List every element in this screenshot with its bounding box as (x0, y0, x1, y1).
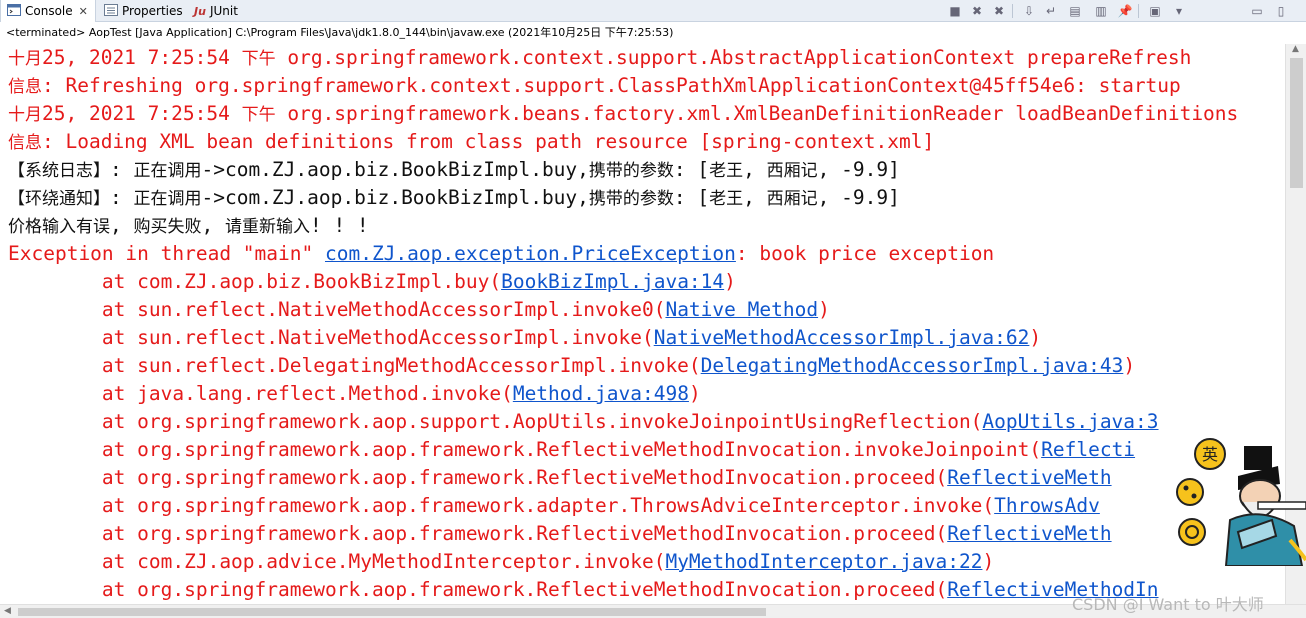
console-line-tail: ) (1123, 354, 1136, 377)
stack-trace-link[interactable]: com.ZJ.aop.exception.PriceException (325, 242, 736, 265)
console-line: at com.ZJ.aop.advice.MyMethodInterceptor… (0, 548, 1282, 576)
stack-trace-link[interactable]: ThrowsAdv (994, 494, 1100, 517)
console-line: at org.springframework.aop.framework.Ref… (0, 520, 1282, 548)
pin-console-icon[interactable]: 📌 (1116, 2, 1134, 20)
console-line: Exception in thread "main" com.ZJ.aop.ex… (0, 240, 1282, 268)
console-line: 十月25, 2021 7:25:54 下午 org.springframewor… (0, 100, 1282, 128)
console-line-tail: ) (724, 270, 736, 293)
console-line: 【系统日志】: 正在调用->com.ZJ.aop.biz.BookBizImpl… (0, 156, 1282, 184)
console-line-text: at org.springframework.aop.framework.ada… (8, 494, 995, 517)
console-line-text: at sun.reflect.NativeMethodAccessorImpl.… (8, 298, 666, 321)
stack-trace-link[interactable]: MyMethodInterceptor.java:22 (665, 550, 982, 573)
console-line-text: 十月25, 2021 7:25:54 下午 org.springframewor… (8, 102, 1239, 125)
console-line-text: 价格输入有误, 购买失败, 请重新输入! ! ! (8, 214, 369, 237)
console-line: 价格输入有误, 购买失败, 请重新输入! ! ! (0, 212, 1282, 240)
stack-trace-link[interactable]: DelegatingMethodAccessorImpl.java:43 (701, 354, 1124, 377)
console-line: at org.springframework.aop.framework.Ref… (0, 436, 1282, 464)
show-stdout-icon[interactable]: ▤ (1066, 2, 1084, 20)
console-line-text: 【环绕通知】: 正在调用->com.ZJ.aop.biz.BookBizImpl… (8, 186, 900, 209)
word-wrap-icon[interactable]: ↵ (1042, 2, 1060, 20)
console-icon (7, 3, 21, 19)
scroll-lock-icon[interactable]: ⇩ (1020, 2, 1038, 20)
console-line: 信息: Refreshing org.springframework.conte… (0, 72, 1282, 100)
console-line-text: at org.springframework.aop.framework.Ref… (8, 438, 1042, 461)
stack-trace-link[interactable]: AopUtils.java:3 (982, 410, 1158, 433)
console-line-text: at org.springframework.aop.framework.Ref… (8, 466, 948, 489)
console-line: 【环绕通知】: 正在调用->com.ZJ.aop.biz.BookBizImpl… (0, 184, 1282, 212)
console-line-tail: ) (688, 382, 701, 405)
console-output[interactable]: 十月25, 2021 7:25:54 下午 org.springframewor… (0, 44, 1282, 604)
junit-icon: Ju (194, 4, 206, 18)
stack-trace-link[interactable]: Native Method (665, 298, 818, 321)
minimize-icon[interactable]: ▭ (1248, 2, 1266, 20)
console-line-text: at sun.reflect.DelegatingMethodAccessorI… (8, 354, 701, 377)
vertical-scroll-thumb[interactable] (1290, 58, 1303, 188)
console-line-tail: ) (818, 298, 830, 321)
stack-trace-link[interactable]: ReflectiveMeth (947, 522, 1111, 545)
remove-all-icon[interactable]: ✖ (990, 2, 1008, 20)
console-line-tail: ) (1029, 326, 1042, 349)
horizontal-scroll-thumb[interactable] (18, 608, 766, 616)
properties-icon (104, 3, 118, 19)
mascot-sticker-icon: 英 (1176, 438, 1306, 566)
launch-status-label: <terminated> AopTest [Java Application] … (6, 26, 674, 39)
console-line-text: 信息: Loading XML bean definitions from cl… (8, 130, 935, 153)
console-line: 信息: Loading XML bean definitions from cl… (0, 128, 1282, 156)
stack-trace-link[interactable]: ReflectiveMeth (947, 466, 1111, 489)
console-line-tail: ) (982, 550, 995, 573)
show-stderr-icon[interactable]: ▥ (1092, 2, 1110, 20)
console-line-text: at com.ZJ.aop.biz.BookBizImpl.buy( (8, 270, 502, 293)
console-line: at org.springframework.aop.support.AopUt… (0, 408, 1282, 436)
console-line-text: Exception in thread "main" (8, 242, 325, 265)
stack-trace-link[interactable]: Method.java:498 (513, 382, 689, 405)
input-method-badge: 英 (1202, 445, 1218, 464)
watermark: CSDN @I Want to 叶大师 (1072, 595, 1264, 614)
console-line-text: at org.springframework.aop.framework.Ref… (8, 578, 948, 601)
tab-junit-label: JUnit (209, 4, 238, 18)
display-console-icon[interactable]: ▣ (1146, 2, 1164, 20)
console-line-text: at com.ZJ.aop.advice.MyMethodInterceptor… (8, 550, 666, 573)
console-line: 十月25, 2021 7:25:54 下午 org.springframewor… (0, 44, 1282, 72)
stack-trace-link[interactable]: BookBizImpl.java:14 (501, 270, 724, 293)
toolbar-separator (1012, 4, 1013, 18)
console-line-text: 十月25, 2021 7:25:54 下午 org.springframewor… (8, 46, 1192, 69)
console-line: at java.lang.reflect.Method.invoke(Metho… (0, 380, 1282, 408)
tab-console[interactable]: Console ✕ (0, 0, 96, 22)
tab-console-label: Console (25, 4, 73, 18)
tab-properties-label: Properties (122, 4, 183, 18)
console-line: at org.springframework.aop.framework.Ref… (0, 464, 1282, 492)
console-line-text: 信息: Refreshing org.springframework.conte… (8, 74, 1181, 97)
console-line-tail: : book price exception (735, 242, 995, 265)
console-line: at org.springframework.aop.framework.ada… (0, 492, 1282, 520)
terminate-icon[interactable]: ■ (946, 2, 964, 20)
view-tab-bar: Console ✕ Properties Ju JUnit ■ ✖ ✖ ⇩ ↵ … (0, 0, 1306, 22)
maximize-icon[interactable]: ▯ (1272, 2, 1290, 20)
stack-trace-link[interactable]: Reflecti (1041, 438, 1135, 461)
console-line: at sun.reflect.NativeMethodAccessorImpl.… (0, 324, 1282, 352)
console-line: at sun.reflect.NativeMethodAccessorImpl.… (0, 296, 1282, 324)
stack-trace-link[interactable]: NativeMethodAccessorImpl.java:62 (654, 326, 1030, 349)
console-line-text: at org.springframework.aop.support.AopUt… (8, 410, 983, 433)
open-console-icon[interactable]: ▾ (1170, 2, 1188, 20)
remove-launch-icon[interactable]: ✖ (968, 2, 986, 20)
console-line-text: at java.lang.reflect.Method.invoke( (8, 382, 513, 405)
console-line-text: at sun.reflect.NativeMethodAccessorImpl.… (8, 326, 654, 349)
tab-properties[interactable]: Properties (104, 0, 190, 22)
console-line: at com.ZJ.aop.biz.BookBizImpl.buy(BookBi… (0, 268, 1282, 296)
close-icon[interactable]: ✕ (79, 5, 88, 18)
toolbar-separator (1138, 4, 1139, 18)
tab-junit[interactable]: Ju JUnit (194, 0, 254, 22)
scroll-up-icon[interactable]: ▲ (1292, 44, 1299, 54)
scroll-left-icon[interactable]: ◀ (4, 606, 11, 616)
console-line-text: 【系统日志】: 正在调用->com.ZJ.aop.biz.BookBizImpl… (8, 158, 900, 181)
console-line: at sun.reflect.DelegatingMethodAccessorI… (0, 352, 1282, 380)
console-line-text: at org.springframework.aop.framework.Ref… (8, 522, 948, 545)
